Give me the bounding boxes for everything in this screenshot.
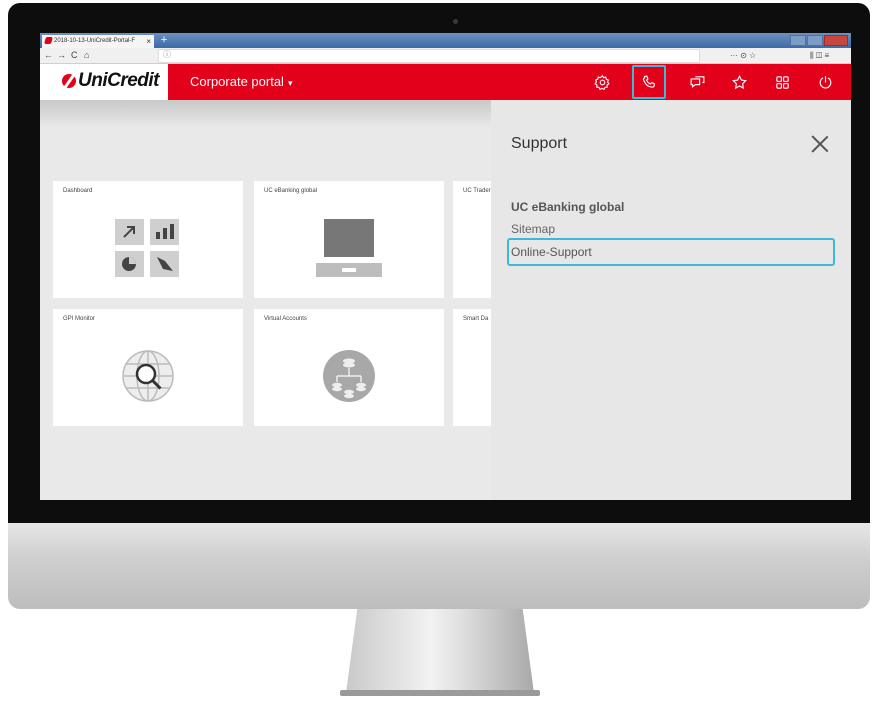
tile-title: UC Trader — [463, 188, 491, 194]
tile-virtual-accounts[interactable]: Virtual Accounts — [254, 309, 444, 426]
tile-title: Virtual Accounts — [264, 316, 307, 322]
reload-button[interactable]: C — [71, 49, 78, 62]
screen: 2018-10-13-UniCredit-Portal-F × + ← → C … — [40, 33, 851, 500]
browser-nav-bar: ← → C ⌂ ⓘ ··· ⊙ ☆ ⫼ ◫ ≡ — [40, 48, 851, 64]
url-bar[interactable]: ⓘ — [158, 49, 700, 63]
toolbar-menu[interactable]: ⫼ ◫ ≡ — [810, 49, 829, 62]
minimize-button[interactable] — [790, 35, 806, 46]
apps-icon — [775, 75, 789, 89]
chat-icon — [690, 75, 704, 88]
tile-title: Smart Da — [463, 316, 489, 322]
online-support-link[interactable]: Online-Support — [507, 238, 835, 266]
unicredit-logo-icon — [62, 74, 76, 88]
phone-icon — [642, 74, 655, 88]
tab-title: 2018-10-13-UniCredit-Portal-F — [54, 38, 136, 44]
browser-tab-bar: 2018-10-13-UniCredit-Portal-F × + — [40, 33, 851, 48]
unicredit-favicon-icon — [44, 36, 53, 44]
logout-button[interactable] — [808, 64, 842, 100]
support-phone-button[interactable] — [632, 65, 666, 99]
panel-title: Support — [511, 135, 568, 152]
app-header: UniCredit Corporate portal ▾ — [40, 64, 851, 100]
sitemap-link[interactable]: Sitemap — [511, 222, 555, 236]
tile-dashboard[interactable]: Dashboard — [53, 181, 243, 298]
maximize-button[interactable] — [807, 35, 823, 46]
support-panel: Support UC eBanking global Sitemap Onlin… — [491, 100, 851, 500]
chat-button[interactable] — [680, 64, 714, 100]
chevron-down-icon: ▾ — [287, 78, 293, 88]
home-button[interactable]: ⌂ — [84, 49, 89, 62]
tile-uc-ebanking-global[interactable]: UC eBanking global — [254, 181, 444, 298]
tile-gpi-monitor[interactable]: GPI Monitor — [53, 309, 243, 426]
window-controls — [790, 35, 848, 46]
settings-button[interactable] — [585, 64, 619, 100]
tile-title: UC eBanking global — [264, 188, 318, 194]
tile-title: GPI Monitor — [63, 316, 96, 322]
favorites-button[interactable] — [722, 64, 756, 100]
monitor-chin — [8, 523, 870, 609]
logo[interactable]: UniCredit — [40, 64, 168, 100]
browser-tab[interactable]: 2018-10-13-UniCredit-Portal-F × — [42, 35, 154, 48]
apps-button[interactable] — [765, 64, 799, 100]
settings-icon — [593, 74, 610, 90]
monitor-stand — [346, 609, 534, 693]
logo-text: UniCredit — [78, 70, 160, 91]
tile-title: Dashboard — [63, 188, 93, 194]
monitor-stand-base — [340, 690, 540, 696]
laptop-icon — [254, 205, 444, 290]
window-close-button[interactable] — [824, 35, 848, 46]
star-icon — [731, 74, 747, 89]
tab-close-icon[interactable]: × — [146, 35, 151, 48]
page-actions[interactable]: ··· ⊙ ☆ — [730, 49, 756, 62]
portal-menu-label: Corporate portal — [190, 74, 284, 89]
new-tab-button[interactable]: + — [158, 33, 170, 48]
camera-dot — [453, 19, 458, 24]
globe-search-icon — [53, 333, 243, 418]
corporate-portal-menu[interactable]: Corporate portal ▾ — [190, 74, 292, 89]
logout-icon — [819, 75, 831, 88]
dashboard-icon — [53, 205, 243, 290]
site-info-icon[interactable]: ⓘ — [163, 49, 171, 60]
close-icon[interactable] — [811, 135, 829, 153]
panel-section-heading: UC eBanking global — [511, 200, 625, 214]
accounts-tree-icon — [254, 333, 444, 418]
forward-button[interactable]: → — [57, 49, 66, 62]
back-button[interactable]: ← — [44, 49, 53, 62]
